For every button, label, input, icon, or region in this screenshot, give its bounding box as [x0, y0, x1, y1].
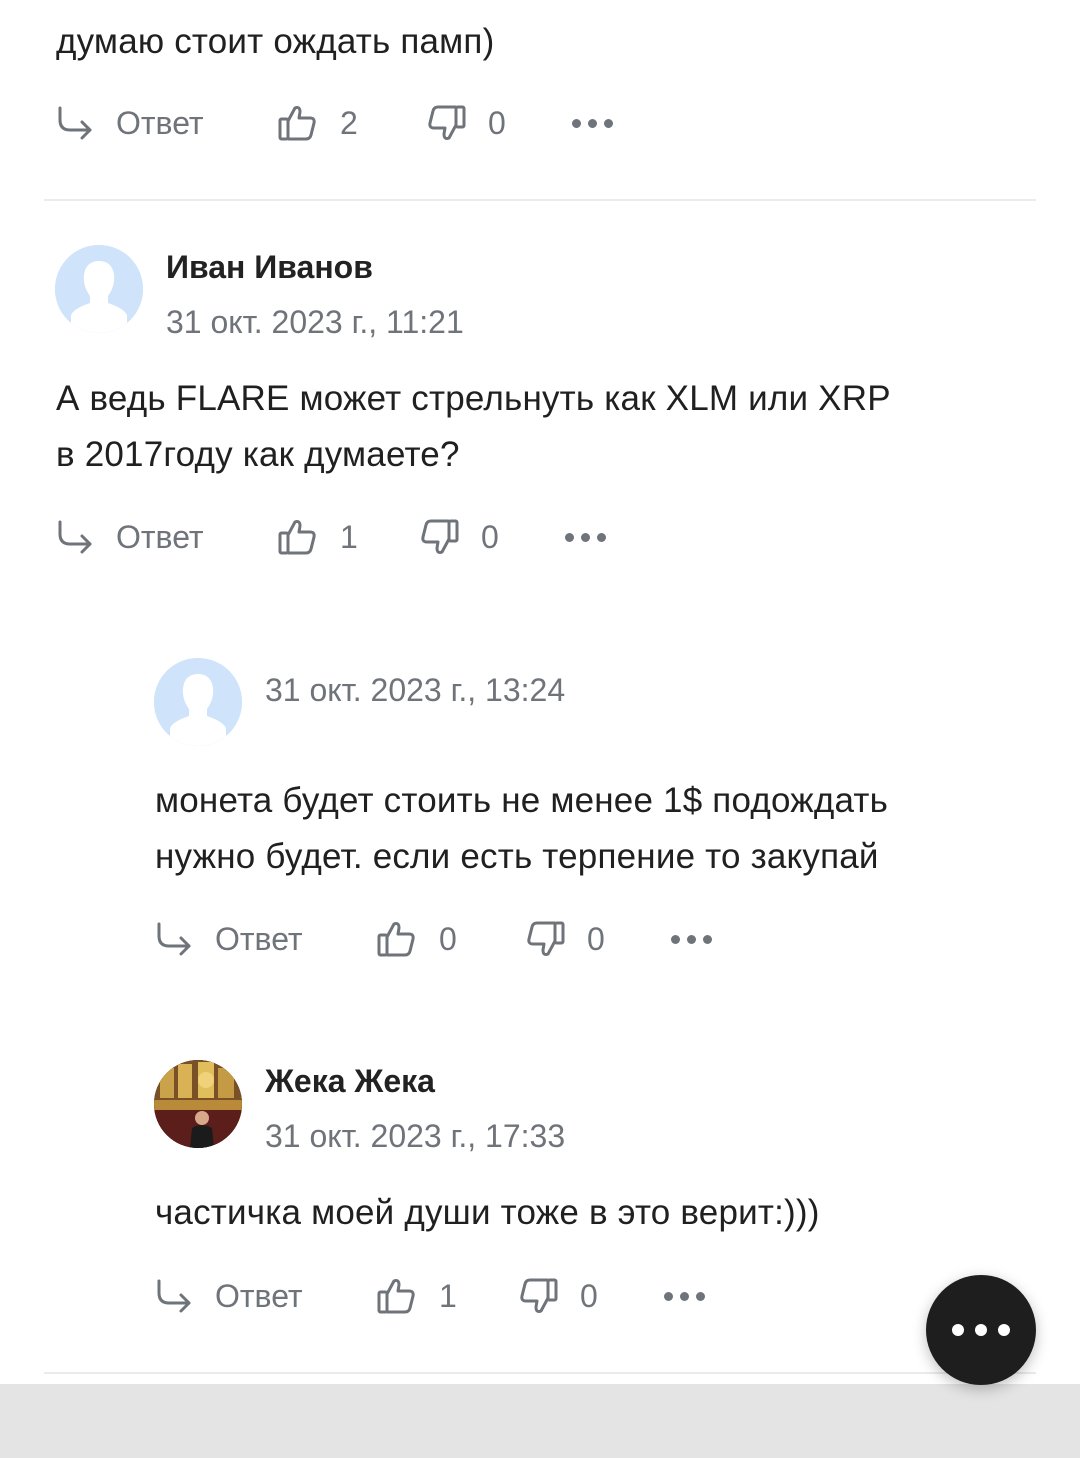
comment-actions: Ответ 0 0	[155, 909, 712, 969]
comment-text-line: частичка моей души тоже в это верит:)))	[155, 1193, 820, 1232]
thumbs-down-icon	[428, 105, 466, 140]
like-button[interactable]: 1	[278, 518, 419, 556]
comment-text-line: нужно будет. если есть терпение то закуп…	[155, 837, 879, 876]
like-count: 1	[439, 1277, 457, 1314]
more-dots-icon[interactable]	[572, 118, 613, 128]
more-dots-icon[interactable]	[565, 532, 606, 542]
thumbs-down-icon	[527, 921, 565, 956]
default-user-avatar-icon	[55, 245, 143, 333]
reply-label: Ответ	[116, 518, 204, 555]
dislike-count: 0	[481, 518, 499, 555]
dislike-button[interactable]: 0	[419, 518, 565, 556]
thumbs-down-icon	[520, 1278, 558, 1313]
like-count: 2	[340, 104, 358, 141]
comment-text: А ведь FLARE может стрельнуть как XLM ил…	[56, 371, 891, 483]
comment-date: 31 окт. 2023 г., 17:33	[265, 1118, 566, 1154]
thumbs-up-icon	[278, 106, 316, 141]
thumbs-up-icon	[377, 922, 415, 957]
comment-text: думаю стоит ождать памп)	[56, 14, 494, 70]
reply-button[interactable]: Ответ	[56, 518, 278, 556]
comment-divider	[44, 199, 1036, 201]
author-name[interactable]: Жека Жека	[265, 1063, 435, 1100]
avatar[interactable]	[154, 658, 242, 746]
reply-arrow-icon	[157, 1279, 191, 1313]
dislike-button[interactable]: 0	[426, 104, 572, 142]
comment-actions: Ответ 1 0	[155, 1266, 705, 1326]
reply-arrow-icon	[157, 922, 191, 956]
thumbs-down-icon	[421, 519, 459, 554]
comment-text-line: в 2017году как думаете?	[56, 435, 460, 474]
like-count: 1	[340, 518, 358, 555]
like-button[interactable]: 2	[278, 104, 426, 142]
avatar[interactable]	[55, 245, 143, 333]
like-button[interactable]: 1	[377, 1277, 518, 1315]
reply-arrow-icon	[58, 106, 92, 140]
more-dots-icon[interactable]	[671, 934, 712, 944]
comment-text-line: А ведь FLARE может стрельнуть как XLM ил…	[56, 379, 891, 418]
comment-date: 31 окт. 2023 г., 13:24	[265, 672, 566, 708]
reply-button[interactable]: Ответ	[155, 1277, 377, 1315]
comment-text: монета будет стоить не менее 1$ подождат…	[155, 773, 888, 885]
bottom-bar	[0, 1384, 1080, 1458]
dislike-count: 0	[488, 104, 506, 141]
photo-avatar-icon	[154, 1060, 242, 1148]
dislike-button[interactable]: 0	[525, 920, 671, 958]
default-user-avatar-icon	[154, 658, 242, 746]
fab-dot	[975, 1324, 987, 1336]
like-count: 0	[439, 920, 457, 957]
reply-label: Ответ	[215, 920, 303, 957]
avatar[interactable]	[154, 1060, 242, 1148]
reply-button[interactable]: Ответ	[155, 920, 377, 958]
comment-actions: Ответ 1 0	[56, 507, 606, 567]
comments-page: думаю стоит ождать памп) Ответ 2 0 Иван …	[0, 0, 1080, 1458]
more-dots-icon[interactable]	[664, 1291, 705, 1301]
fab-dot	[952, 1324, 964, 1336]
dislike-button[interactable]: 0	[518, 1277, 664, 1315]
reply-button[interactable]: Ответ	[56, 104, 278, 142]
reply-label: Ответ	[215, 1277, 303, 1314]
dislike-count: 0	[587, 920, 605, 957]
reply-label: Ответ	[116, 104, 204, 141]
thumbs-up-icon	[278, 520, 316, 555]
comment-text-line: монета будет стоить не менее 1$ подождат…	[155, 781, 889, 820]
dislike-count: 0	[580, 1277, 598, 1314]
fab-dot	[998, 1324, 1010, 1336]
comment-date: 31 окт. 2023 г., 11:21	[166, 304, 464, 340]
thumbs-up-icon	[377, 1279, 415, 1314]
like-button[interactable]: 0	[377, 920, 525, 958]
comment-divider	[44, 1372, 1036, 1374]
author-name[interactable]: Иван Иванов	[166, 249, 373, 286]
comment-actions: Ответ 2 0	[56, 93, 613, 153]
comment-text-line: думаю стоит ождать памп)	[56, 22, 495, 61]
reply-arrow-icon	[58, 520, 92, 554]
comment-text: частичка моей души тоже в это верит:)))	[155, 1185, 820, 1241]
fab-more-button[interactable]	[926, 1275, 1036, 1385]
